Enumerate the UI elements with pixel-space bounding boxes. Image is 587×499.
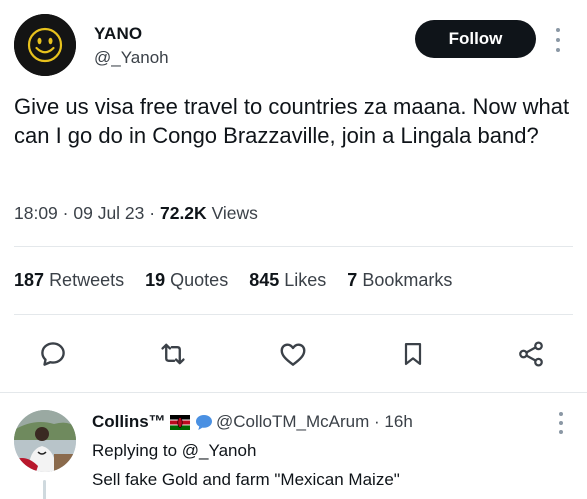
meta-separator: ·: [62, 203, 69, 223]
replying-to: Replying to @_Yanoh: [92, 441, 256, 461]
engagement-stats: 187 Retweets 19 Quotes 845 Likes 7 Bookm…: [14, 270, 452, 291]
replying-to-prefix: Replying to: [92, 441, 178, 460]
author-name[interactable]: YANO: [94, 24, 142, 44]
thread-line: [43, 480, 46, 499]
section-divider: [0, 392, 587, 393]
share-icon[interactable]: [515, 338, 547, 370]
bookmark-icon[interactable]: [397, 338, 429, 370]
views-count: 72.2K: [159, 203, 207, 223]
views-label: Views: [211, 203, 258, 223]
reply-author-name[interactable]: Collins™: [92, 412, 213, 432]
speech-bubble-icon: [196, 415, 213, 431]
reply-author-name-text: Collins™: [92, 412, 166, 431]
reply-icon[interactable]: [37, 338, 69, 370]
reply-handle-text: @ColloTM_McArum: [216, 412, 370, 431]
more-options-icon[interactable]: [554, 28, 562, 52]
quotes-count: 19: [145, 270, 166, 290]
likes-count: 845: [249, 270, 280, 290]
likes-label: Likes: [284, 270, 327, 290]
divider: [14, 246, 573, 247]
tweet-time[interactable]: 18:09: [14, 203, 58, 223]
replying-to-handle[interactable]: @_Yanoh: [182, 441, 257, 460]
avatar[interactable]: [14, 410, 76, 472]
tweet-meta: 18:09 · 09 Jul 23 · 72.2K Views: [14, 203, 258, 224]
follow-button[interactable]: Follow: [415, 20, 536, 58]
likes-stat[interactable]: 845 Likes: [249, 270, 326, 291]
retweets-stat[interactable]: 187 Retweets: [14, 270, 124, 291]
retweet-icon[interactable]: [157, 338, 189, 370]
author-handle[interactable]: @_Yanoh: [94, 48, 169, 68]
like-icon[interactable]: [277, 338, 309, 370]
reply-text: Sell fake Gold and farm "Mexican Maize": [92, 470, 400, 489]
bookmarks-count: 7: [347, 270, 358, 290]
smiley-face-icon: [14, 14, 76, 76]
kenya-flag-icon: [170, 415, 191, 431]
quotes-stat[interactable]: 19 Quotes: [145, 270, 228, 291]
reply-time[interactable]: 16h: [384, 412, 412, 431]
tweet-text: Give us visa free travel to countries za…: [14, 94, 570, 148]
bookmarks-stat[interactable]: 7 Bookmarks: [347, 270, 452, 291]
action-bar: [37, 338, 549, 370]
avatar[interactable]: [14, 14, 76, 76]
meta-separator: ·: [374, 412, 380, 431]
retweets-label: Retweets: [49, 270, 125, 290]
reply-tweet[interactable]: Collins™ @ColloTM_McArum · 16h Replying …: [14, 408, 574, 499]
bookmarks-label: Bookmarks: [362, 270, 453, 290]
meta-separator: ·: [149, 203, 156, 223]
tweet-date[interactable]: 09 Jul 23: [73, 203, 144, 223]
reply-author-handle[interactable]: @ColloTM_McArum · 16h: [216, 412, 413, 432]
more-options-icon[interactable]: [558, 412, 564, 434]
quotes-label: Quotes: [170, 270, 229, 290]
divider: [14, 314, 573, 315]
retweets-count: 187: [14, 270, 45, 290]
tweet-header: YANO @_Yanoh Follow: [14, 14, 574, 76]
